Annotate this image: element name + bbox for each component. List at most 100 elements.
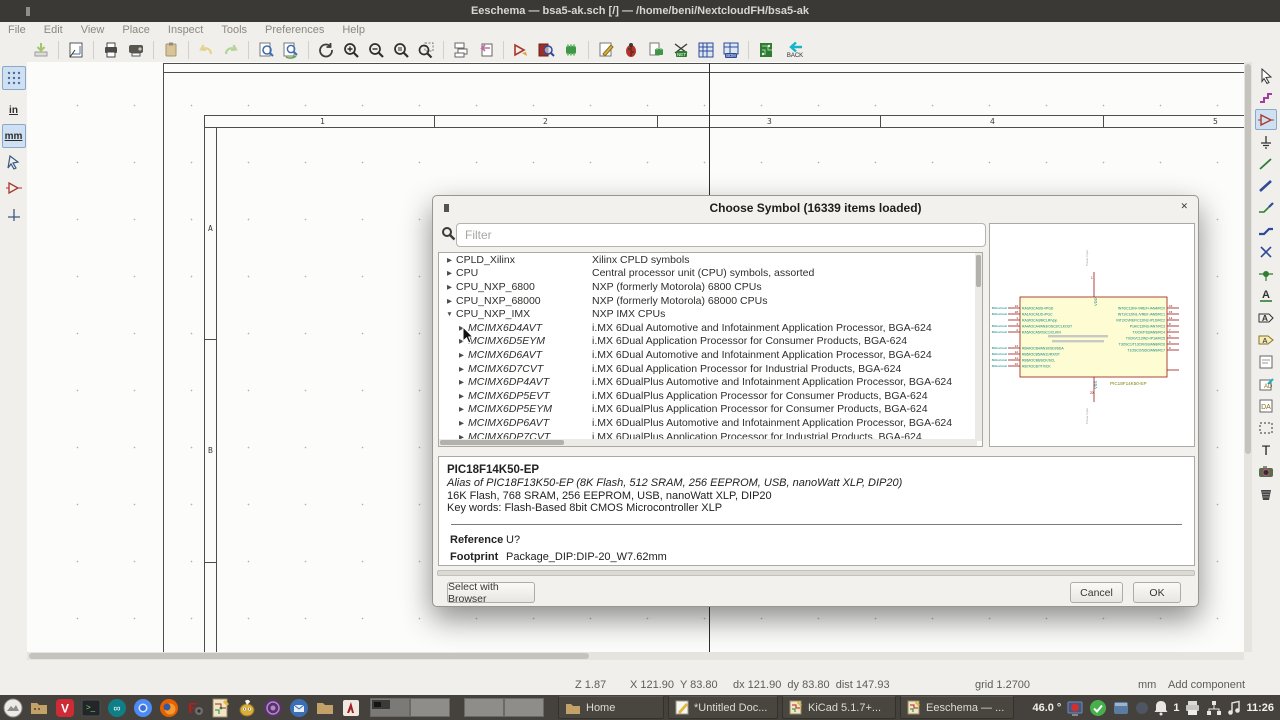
grid-toggle-icon[interactable] (2, 66, 26, 90)
gimp-icon[interactable] (236, 697, 258, 719)
menu-inspect[interactable]: Inspect (168, 24, 203, 36)
folder-icon[interactable] (314, 697, 336, 719)
erc-bug-icon[interactable] (620, 39, 642, 61)
expand-arrow-icon[interactable]: ▶ (457, 365, 466, 373)
tree-row[interactable]: ▶MCIMX6DP5EYMi.MX 6DualPlus Application … (439, 403, 982, 417)
menu-edit[interactable]: Edit (44, 24, 63, 36)
zoom-selection-icon[interactable] (415, 39, 437, 61)
taskbar-window-untitled[interactable]: *Untitled Doc... (668, 696, 778, 719)
canvas-vertical-scrollbar[interactable] (1244, 62, 1252, 652)
text-tool-icon[interactable]: T (1255, 439, 1277, 460)
taskbar-window-home[interactable]: Home (558, 696, 664, 719)
ok-button[interactable]: OK (1133, 582, 1181, 603)
back-button[interactable]: BACK (780, 38, 810, 62)
tree-row[interactable]: ▶MCIMX6D5EYMi.MX 6Dual Application Proce… (439, 335, 982, 349)
filter-input[interactable] (456, 223, 986, 247)
taskbar-window-eeschema[interactable]: Eeschema — ... (900, 696, 1014, 719)
refresh-icon[interactable] (315, 39, 337, 61)
scrollbar-thumb[interactable] (440, 440, 564, 445)
freecad-icon[interactable]: F (184, 697, 206, 719)
chromium-icon[interactable] (132, 697, 154, 719)
pcbnew-icon[interactable] (755, 39, 777, 61)
updates-ok-icon[interactable] (1089, 699, 1107, 717)
expand-arrow-icon[interactable]: ▶ (445, 269, 454, 277)
tree-row[interactable]: ▶CPU_NXP_6800NXP (formerly Motorola) 680… (439, 280, 982, 294)
place-wire-icon[interactable] (1255, 153, 1277, 174)
inactive-applet-icon[interactable] (1135, 701, 1149, 715)
print-icon[interactable] (100, 39, 122, 61)
kicad-icon[interactable] (210, 697, 232, 719)
assign-footprints-icon[interactable] (560, 39, 582, 61)
workspace-1[interactable] (370, 698, 410, 717)
cursor-shape-icon[interactable] (2, 150, 26, 174)
zoom-in-icon[interactable] (340, 39, 362, 61)
file-manager-icon[interactable] (28, 697, 50, 719)
place-sheet-pin-icon[interactable]: DA (1255, 395, 1277, 416)
highlight-net-icon[interactable] (1255, 87, 1277, 108)
save-icon[interactable] (30, 39, 52, 61)
cancel-button[interactable]: Cancel (1070, 582, 1123, 603)
edit-fields-icon[interactable] (595, 39, 617, 61)
tor-browser-icon[interactable] (262, 697, 284, 719)
taskbar-window-kicad[interactable]: KiCad 5.1.7+... (782, 696, 896, 719)
workspace-2[interactable] (410, 698, 450, 717)
net-label-icon[interactable]: A (1255, 285, 1277, 306)
workspace-3[interactable] (464, 698, 504, 717)
select-tool-icon[interactable] (1255, 65, 1277, 86)
place-symbol-tool-icon[interactable] (1255, 109, 1277, 130)
canvas-horizontal-scrollbar[interactable] (27, 652, 1244, 660)
app-menu-icon[interactable] (2, 697, 24, 719)
tree-row[interactable]: ▶MCIMX6DP4AVTi.MX 6DualPlus Automotive a… (439, 375, 982, 389)
tree-row[interactable]: ▶MCIMX6D4AVTi.MX 6Dual Automotive and In… (439, 321, 982, 335)
close-icon[interactable]: ✕ (1180, 201, 1188, 212)
page-settings-icon[interactable] (65, 39, 87, 61)
expand-arrow-icon[interactable]: ▶ (445, 256, 454, 264)
expand-arrow-icon[interactable]: ▶ (457, 378, 466, 386)
workspace-pager[interactable] (370, 698, 544, 717)
zoom-fit-icon[interactable] (390, 39, 412, 61)
hierarchy-navigator-icon[interactable] (450, 39, 472, 61)
no-connect-icon[interactable] (1255, 241, 1277, 262)
select-with-browser-button[interactable]: Select with Browser (447, 582, 535, 603)
erc-check-icon[interactable] (535, 39, 557, 61)
network-icon[interactable] (1206, 700, 1222, 716)
arduino-icon[interactable]: ∞ (106, 697, 128, 719)
expand-arrow-icon[interactable]: ▶ (457, 392, 466, 400)
expand-arrow-icon[interactable]: ▶ (457, 351, 466, 359)
plot-icon[interactable] (125, 39, 147, 61)
graphic-polyline-icon[interactable] (1255, 417, 1277, 438)
printer-icon[interactable] (1184, 700, 1201, 716)
email-icon[interactable] (288, 697, 310, 719)
symbol-tree[interactable]: ▶CPLD_XilinxXilinx CPLD symbols ▶CPUCent… (438, 252, 983, 447)
annotate-icon[interactable] (510, 39, 532, 61)
workspace-4[interactable] (504, 698, 544, 717)
delete-tool-icon[interactable] (1255, 483, 1277, 504)
redo-icon[interactable] (220, 39, 242, 61)
scrollbar-thumb[interactable] (29, 653, 589, 659)
place-power-port-icon[interactable] (1255, 131, 1277, 152)
orthogonal-lines-icon[interactable] (2, 202, 26, 226)
vivaldi-icon[interactable]: V (54, 697, 76, 719)
menu-preferences[interactable]: Preferences (265, 24, 324, 36)
tree-horizontal-scrollbar[interactable] (439, 439, 977, 446)
audio-player-icon[interactable] (1227, 700, 1241, 716)
undo-icon[interactable] (195, 39, 217, 61)
symbol-table-icon[interactable] (695, 39, 717, 61)
global-label-icon[interactable]: A (1255, 307, 1277, 328)
find-icon[interactable] (255, 39, 277, 61)
tree-row[interactable]: ▶CPUCentral processor unit (CPU) symbols… (439, 267, 982, 281)
expand-arrow-icon[interactable]: ▶ (445, 283, 454, 291)
system-monitor-icon[interactable] (1066, 699, 1084, 717)
add-image-icon[interactable] (1255, 461, 1277, 482)
leave-sheet-icon[interactable] (475, 39, 497, 61)
latex-app-icon[interactable] (340, 697, 362, 719)
menu-help[interactable]: Help (342, 24, 365, 36)
wire-to-bus-entry-icon[interactable] (1255, 197, 1277, 218)
terminal-tray-icon[interactable] (1112, 699, 1130, 717)
tree-row[interactable]: ▶CPLD_XilinxXilinx CPLD symbols (439, 253, 982, 267)
firefox-icon[interactable] (158, 697, 180, 719)
terminal-icon[interactable]: >_ (80, 697, 102, 719)
scrollbar-thumb[interactable] (976, 255, 981, 287)
zoom-out-icon[interactable] (365, 39, 387, 61)
place-junction-icon[interactable] (1255, 263, 1277, 284)
